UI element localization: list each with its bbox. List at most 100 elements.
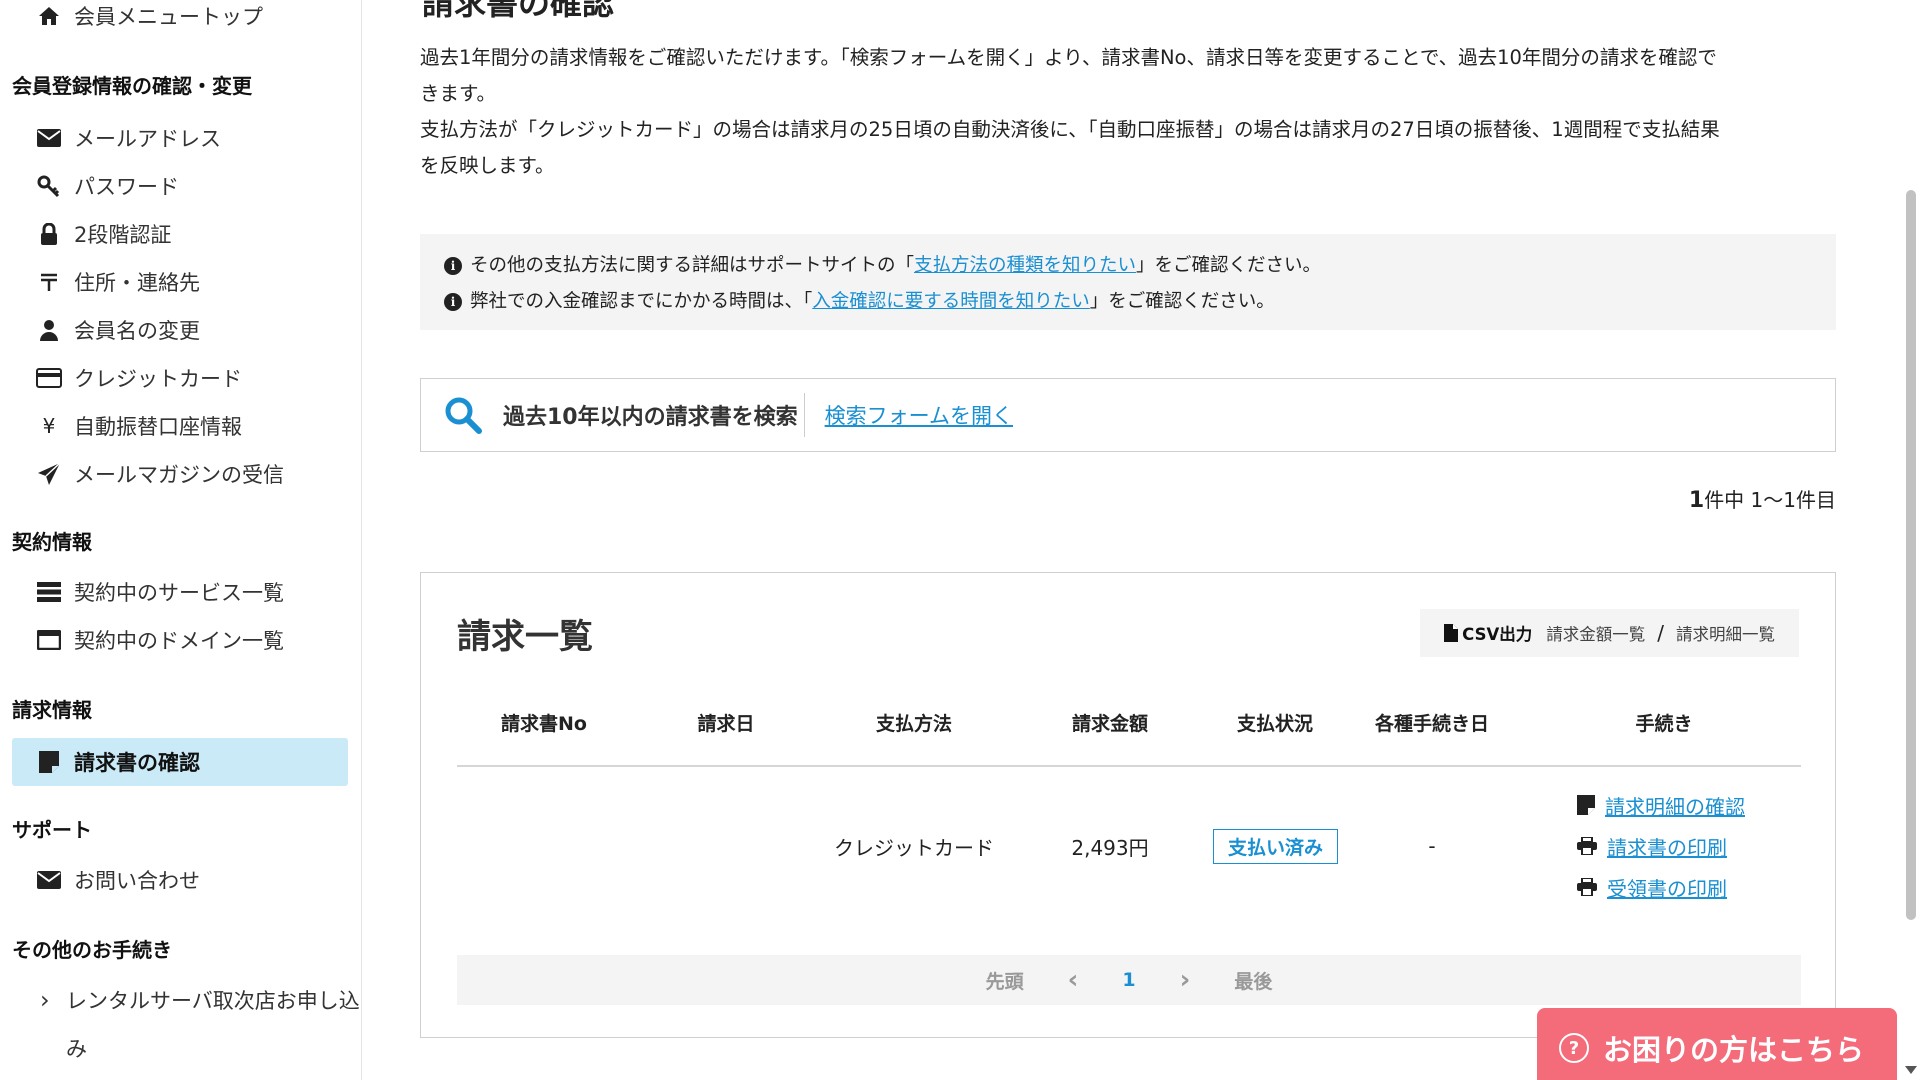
intro-line: 過去1年間分の請求情報をご確認いただけます。「検索フォームを開く」より、請求書N…: [420, 46, 1717, 69]
info-icon: i: [444, 293, 462, 311]
sidebar-item-label: お問い合わせ: [74, 869, 200, 893]
table-row: クレジットカード 2,493円 支払い済み - 請求明細の確認 請求書の印刷 受…: [457, 781, 1801, 911]
csv-detail-list-link[interactable]: 請求明細一覧: [1676, 621, 1775, 645]
home-icon: [36, 3, 62, 29]
sidebar-item-address[interactable]: 住所・連絡先: [36, 262, 200, 302]
intro-line: きます。: [420, 82, 497, 105]
column-header: 請求金額: [1071, 713, 1148, 735]
sidebar-section-member: 会員登録情報の確認・変更: [12, 74, 252, 98]
invoice-list-card: 請求一覧 CSV出力 請求金額一覧 / 請求明細一覧 請求書No 請求日 支払方…: [420, 572, 1836, 1038]
column-header: 各種手続き日: [1374, 713, 1489, 735]
notice-text: 弊社での入金確認までにかかる時間は、「: [470, 291, 813, 312]
sidebar-item-contact[interactable]: お問い合わせ: [36, 860, 200, 900]
notice-row: i その他の支払方法に関する詳細はサポートサイトの「 支払方法の種類を知りたい …: [444, 248, 1812, 284]
sidebar-item-label: メールアドレス: [74, 127, 221, 151]
printer-icon: [1577, 878, 1597, 896]
sidebar-item-auto-debit[interactable]: ¥ 自動振替口座情報: [36, 406, 242, 446]
envelope-icon: [36, 867, 62, 893]
csv-separator: /: [1657, 621, 1664, 645]
sidebar-item-label: 請求書の確認: [74, 751, 200, 775]
intro-line: 支払方法が「クレジットカード」の場合は請求月の25日頃の自動決済後に、「自動口座…: [420, 118, 1720, 141]
help-button[interactable]: ? お困りの方はこちら: [1537, 1008, 1897, 1080]
scrollbar-thumb[interactable]: [1906, 190, 1916, 920]
sidebar-item-password[interactable]: パスワード: [36, 166, 179, 206]
sidebar-item-label: 契約中のドメイン一覧: [74, 629, 284, 653]
notice-text: 」をご確認ください。: [1136, 255, 1322, 276]
sidebar-section-contract: 契約情報: [12, 530, 92, 554]
pager-next-icon[interactable]: ›: [1180, 965, 1191, 995]
help-button-label: お困りの方はこちら: [1603, 1033, 1865, 1067]
sidebar-item-label: 契約中のサービス一覧: [74, 581, 284, 605]
sidebar-item-services[interactable]: 契約中のサービス一覧: [36, 572, 284, 612]
sidebar-item-label: み: [66, 1037, 87, 1061]
postal-mark-icon: [36, 269, 62, 295]
page-scrollbar[interactable]: [1902, 0, 1920, 1080]
sidebar-section-support: サポート: [12, 818, 92, 842]
sidebar-item-label: 住所・連絡先: [74, 271, 200, 295]
sidebar-item-label: 会員名の変更: [74, 319, 200, 343]
action-item: 受領書の印刷: [1577, 873, 1727, 902]
open-search-form-link[interactable]: 検索フォームを開く: [825, 400, 1013, 430]
pager-first[interactable]: 先頭: [986, 967, 1024, 994]
scroll-down-arrow-icon[interactable]: [1905, 1066, 1917, 1074]
notice-box: i その他の支払方法に関する詳細はサポートサイトの「 支払方法の種類を知りたい …: [420, 234, 1836, 330]
pagination: 先頭 ‹ 1 › 最後: [457, 955, 1801, 1005]
note-icon: [1577, 795, 1595, 815]
search-icon: [445, 397, 482, 434]
csv-amount-list-link[interactable]: 請求金額一覧: [1546, 621, 1645, 645]
csv-label: CSV出力: [1444, 621, 1532, 645]
payment-confirmation-time-link[interactable]: 入金確認に要する時間を知りたい: [812, 284, 1090, 320]
sidebar-section-other: その他のお手続き: [12, 938, 172, 962]
sidebar-item-reseller-apply[interactable]: › レンタルサーバ取次店お申し込: [40, 980, 360, 1020]
credit-card-icon: [36, 365, 62, 391]
sidebar-item-member-top[interactable]: 会員メニュートップ: [36, 0, 263, 36]
sidebar-item-domains[interactable]: 契約中のドメイン一覧: [36, 620, 284, 660]
sidebar-item-email[interactable]: メールアドレス: [36, 118, 221, 158]
printer-icon: [1577, 837, 1597, 855]
result-count: 1件中 1～1件目: [1689, 484, 1836, 513]
sidebar-item-2fa[interactable]: 2段階認証: [36, 214, 171, 254]
key-icon: [36, 173, 62, 199]
search-bar: 過去10年以内の請求書を検索 検索フォームを開く: [420, 378, 1836, 452]
sidebar-item-label: パスワード: [74, 175, 179, 199]
invoice-list-title: 請求一覧: [457, 617, 593, 657]
sidebar-item-mail-magazine[interactable]: メールマガジンの受信: [36, 454, 284, 494]
payment-methods-link[interactable]: 支払方法の種類を知りたい: [914, 248, 1136, 284]
view-invoice-details-link[interactable]: 請求明細の確認: [1605, 791, 1745, 820]
cell-payment-method: クレジットカード: [834, 835, 994, 860]
server-list-icon: [36, 579, 62, 605]
sidebar-item-reseller-apply-cont[interactable]: み: [66, 1028, 87, 1068]
lock-icon: [36, 221, 62, 247]
cell-status: 支払い済み: [1213, 828, 1339, 864]
file-icon: [1444, 624, 1459, 642]
sidebar-item-credit-card[interactable]: クレジットカード: [36, 358, 242, 398]
pager-current-page[interactable]: 1: [1122, 969, 1135, 991]
result-range: 件中 1～1件目: [1704, 488, 1836, 512]
paper-plane-icon: [36, 461, 62, 487]
result-total: 1: [1688, 488, 1705, 513]
info-icon: i: [444, 257, 462, 275]
sidebar: 会員メニュートップ 会員登録情報の確認・変更 メールアドレス パスワード 2段階…: [0, 0, 362, 1080]
note-icon: [36, 749, 62, 775]
sidebar-item-member-name[interactable]: 会員名の変更: [36, 310, 200, 350]
search-label: 過去10年以内の請求書を検索: [503, 393, 805, 437]
notice-text: 」をご確認ください。: [1089, 291, 1275, 312]
column-header: 請求日: [697, 713, 755, 735]
sidebar-item-label: 会員メニュートップ: [74, 5, 263, 29]
header-divider: [457, 765, 1801, 767]
yen-icon: ¥: [42, 414, 56, 438]
print-invoice-link[interactable]: 請求書の印刷: [1607, 832, 1727, 861]
notice-row: i 弊社での入金確認までにかかる時間は、「 入金確認に要する時間を知りたい 」を…: [444, 284, 1812, 320]
browser-window-icon: [36, 627, 62, 653]
cell-amount: 2,493円: [1071, 835, 1149, 860]
sidebar-item-label: レンタルサーバ取次店お申し込: [66, 989, 360, 1013]
intro-line: を反映します。: [420, 154, 555, 177]
pager-last[interactable]: 最後: [1234, 967, 1272, 994]
status-badge: 支払い済み: [1213, 828, 1339, 864]
sidebar-item-label: クレジットカード: [74, 367, 242, 391]
pager-prev-icon[interactable]: ‹: [1068, 965, 1079, 995]
print-receipt-link[interactable]: 受領書の印刷: [1607, 873, 1727, 902]
sidebar-item-invoice-check[interactable]: 請求書の確認: [36, 742, 200, 782]
sidebar-item-label: 2段階認証: [74, 223, 172, 247]
sidebar-item-label: メールマガジンの受信: [74, 463, 284, 487]
